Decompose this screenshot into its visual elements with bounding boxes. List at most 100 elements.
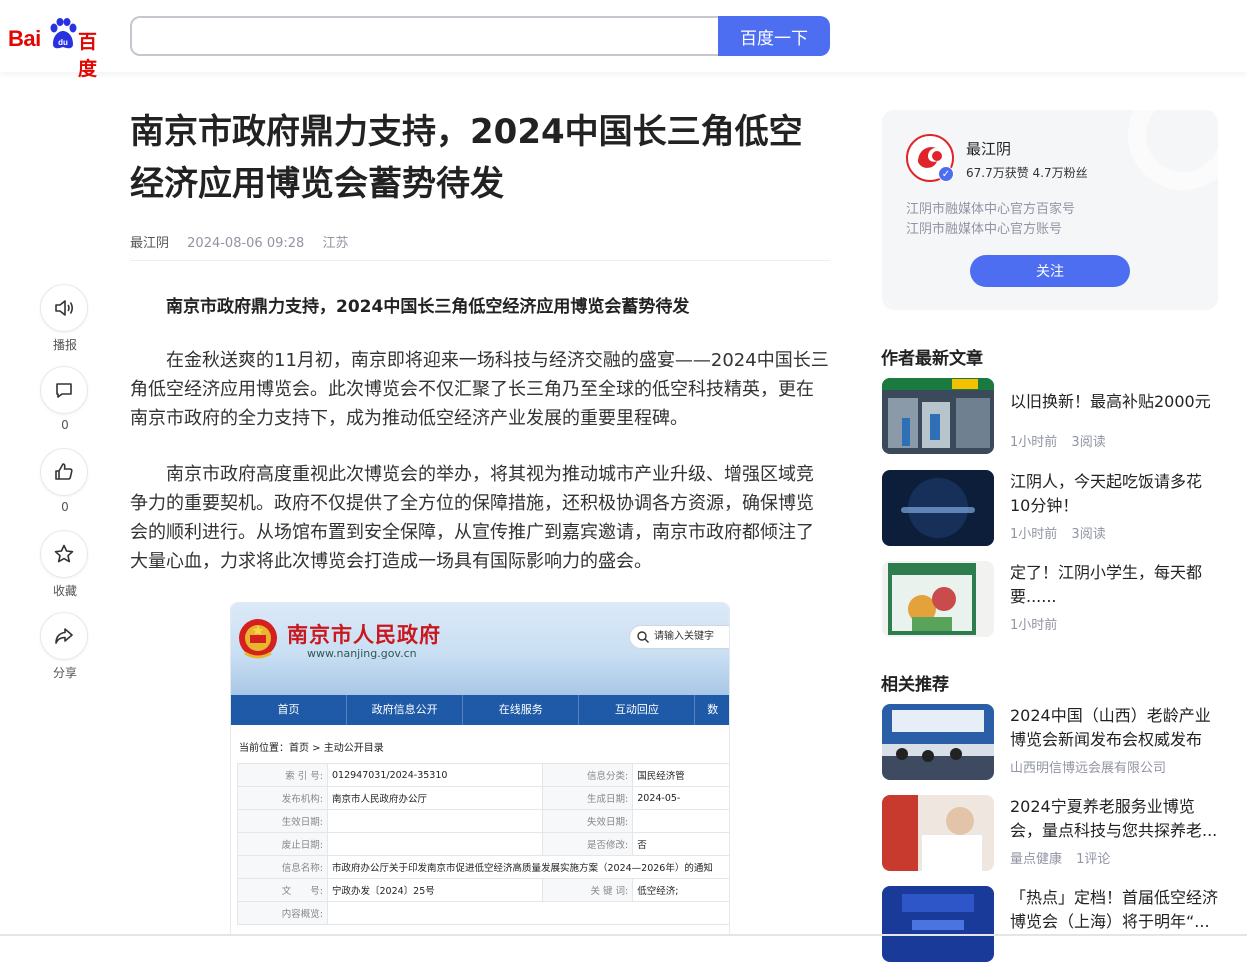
paw-icon: du bbox=[50, 18, 77, 49]
thumbnail-image bbox=[882, 886, 994, 962]
table-key: 是否修改: bbox=[542, 832, 634, 856]
comment-action[interactable]: 0 bbox=[40, 366, 90, 432]
table-key: 废止日期: bbox=[237, 832, 328, 856]
favorite-label: 收藏 bbox=[52, 584, 77, 598]
thumbnail bbox=[882, 470, 994, 546]
gov-nav: 首页 政府信息公开 在线服务 互动回应 数 bbox=[231, 695, 729, 725]
list-item-time: 1小时前 bbox=[1010, 435, 1058, 450]
baidu-logo[interactable]: Bai du 百度 bbox=[8, 18, 112, 80]
listen-button[interactable] bbox=[40, 284, 88, 332]
table-row: 发布机构: 南京市人民政府办公厅 生成日期: 2024-05- bbox=[237, 786, 729, 810]
gov-nav-item: 数 bbox=[695, 695, 729, 725]
article-title: 南京市政府鼎力支持，2024中国长三角低空经济应用博览会蓄势待发 bbox=[130, 112, 803, 204]
share-button[interactable] bbox=[40, 612, 88, 660]
gov-site-url: www.nanjing.gov.cn bbox=[307, 647, 417, 660]
gov-breadcrumb: 当前位置：首页 > 主动公开目录 bbox=[239, 743, 384, 754]
listen-action[interactable]: 播报 bbox=[40, 284, 90, 353]
favorite-action[interactable]: 收藏 bbox=[40, 530, 90, 599]
list-item[interactable]: 2024中国（山西）老龄产业博览会新闻发布会权威发布 山西明信博远会展有限公司 bbox=[882, 704, 1218, 780]
table-value: 2024-05- bbox=[632, 786, 729, 810]
table-row: 文 号: 宁政办发〔2024〕25号 关 键 词: 低空经济; bbox=[237, 878, 729, 902]
like-count: 0 bbox=[61, 500, 69, 514]
national-emblem-icon bbox=[239, 619, 277, 659]
table-value: 宁政办发〔2024〕25号 bbox=[326, 878, 544, 902]
list-item[interactable]: 定了！江阴小学生，每天都要...... 1小时前 bbox=[882, 561, 1218, 637]
thumbnail bbox=[882, 378, 994, 454]
list-item-meta: 1小时前 3阅读 bbox=[1010, 431, 1116, 450]
like-action[interactable]: 0 bbox=[40, 448, 90, 514]
table-value: 否 bbox=[632, 832, 729, 856]
table-key: 索 引 号: bbox=[237, 763, 328, 787]
table-value bbox=[327, 901, 729, 925]
gov-site-title: 南京市人民政府 bbox=[287, 623, 441, 647]
share-label: 分享 bbox=[52, 666, 77, 680]
table-value: 国民经济管 bbox=[632, 763, 729, 787]
list-item-meta: 1小时前 bbox=[1010, 614, 1067, 633]
table-key: 信息名称: bbox=[237, 855, 328, 879]
list-item-reads: 3阅读 bbox=[1071, 527, 1106, 542]
list-item-title[interactable]: 「热点」定档！首届低空经济博览会（上海）将于明年“... bbox=[1010, 886, 1218, 934]
list-item-title[interactable]: 江阴人，今天起吃饭请多花10分钟！ bbox=[1010, 470, 1218, 518]
thumbnail bbox=[882, 886, 994, 962]
table-key: 生成日期: bbox=[542, 786, 634, 810]
table-row: 信息名称: 市政府办公厅关于印发南京市促进低空经济高质量发展实施方案（2024—… bbox=[237, 855, 729, 879]
table-value bbox=[326, 832, 544, 856]
thumbnail bbox=[882, 795, 994, 871]
table-row: 废止日期: 是否修改: 否 bbox=[237, 832, 729, 856]
comment-icon bbox=[56, 383, 72, 398]
list-item[interactable]: 江阴人，今天起吃饭请多花10分钟！ 1小时前 3阅读 bbox=[882, 470, 1218, 546]
author-description: 江阴市融媒体中心官方百家号 江阴市融媒体中心官方账号 bbox=[906, 200, 1075, 240]
star-icon bbox=[54, 544, 74, 563]
gov-nav-item: 在线服务 bbox=[463, 695, 580, 725]
thumbnail bbox=[882, 704, 994, 780]
listen-label: 播报 bbox=[52, 338, 77, 352]
article-datetime: 2024-08-06 09:28 bbox=[187, 236, 305, 251]
author-card: ✓ 最江阴 67.7万获赞 4.7万粉丝 江阴市融媒体中心官方百家号 江阴市融媒… bbox=[882, 110, 1218, 310]
table-row: 生效日期: 失效日期: bbox=[237, 809, 729, 833]
list-item[interactable]: 2024宁夏养老服务业博览会，量点科技与您共探养老... 量点健康 1评论 bbox=[882, 795, 1218, 871]
share-action[interactable]: 分享 bbox=[40, 612, 90, 681]
like-button[interactable] bbox=[40, 448, 88, 496]
follow-button[interactable]: 关注 bbox=[970, 255, 1130, 287]
table-value: 市政府办公厅关于印发南京市促进低空经济高质量发展实施方案（2024—2026年）… bbox=[327, 855, 729, 879]
list-item-time: 1小时前 bbox=[1010, 527, 1058, 542]
list-item-source: 量点健康 bbox=[1010, 852, 1063, 867]
thumbs-up-icon bbox=[55, 463, 73, 480]
list-item-meta: 山西明信博远会展有限公司 bbox=[1010, 757, 1176, 776]
article-author[interactable]: 最江阴 bbox=[130, 236, 169, 251]
logo-cn: 百度 bbox=[78, 31, 98, 80]
author-stats: 67.7万获赞 4.7万粉丝 bbox=[966, 166, 1088, 180]
article-image[interactable]: 南京市人民政府 www.nanjing.gov.cn 请输入关键字 首页 政府信… bbox=[230, 602, 730, 936]
top-bar: Bai du 百度 百度一下 bbox=[0, 0, 1247, 80]
table-key: 文 号: bbox=[237, 878, 328, 902]
author-desc-line: 江阴市融媒体中心官方账号 bbox=[906, 222, 1063, 237]
list-item-title[interactable]: 定了！江阴小学生，每天都要...... bbox=[1010, 561, 1218, 609]
thumbnail-image bbox=[882, 704, 994, 780]
thumbnail-image bbox=[882, 378, 994, 454]
search-button[interactable]: 百度一下 bbox=[718, 16, 830, 56]
table-value bbox=[326, 809, 544, 833]
article-lead: 南京市政府鼎力支持，2024中国长三角低空经济应用博览会蓄势待发 bbox=[166, 297, 690, 317]
list-item[interactable]: 以旧换新！最高补贴2000元 1小时前 3阅读 bbox=[882, 378, 1218, 454]
search-bar: 百度一下 bbox=[130, 16, 830, 56]
list-item-title[interactable]: 以旧换新！最高补贴2000元 bbox=[1010, 390, 1218, 414]
list-item-time: 1小时前 bbox=[1010, 618, 1058, 633]
list-item-title[interactable]: 2024宁夏养老服务业博览会，量点科技与您共探养老... bbox=[1010, 795, 1218, 843]
author-name[interactable]: 最江阴 bbox=[966, 138, 1011, 159]
list-item-comments: 1评论 bbox=[1076, 852, 1111, 867]
gov-nav-item: 首页 bbox=[231, 695, 348, 725]
table-value bbox=[632, 809, 729, 833]
list-item-reads: 3阅读 bbox=[1071, 435, 1106, 450]
search-input[interactable] bbox=[130, 16, 720, 56]
gov-nav-item: 政府信息公开 bbox=[347, 695, 464, 725]
table-row: 内容概览: bbox=[237, 901, 729, 925]
article-location: 江苏 bbox=[322, 236, 349, 251]
table-key: 信息分类: bbox=[542, 763, 634, 787]
table-key: 发布机构: bbox=[237, 786, 328, 810]
gov-info-table: 索 引 号: 012947031/2024-35310 信息分类: 国民经济管 … bbox=[237, 763, 729, 925]
favorite-button[interactable] bbox=[40, 530, 88, 578]
gov-site-banner: 南京市人民政府 www.nanjing.gov.cn 请输入关键字 bbox=[231, 603, 729, 695]
list-item[interactable]: 「热点」定档！首届低空经济博览会（上海）将于明年“... bbox=[882, 886, 1218, 962]
list-item-title[interactable]: 2024中国（山西）老龄产业博览会新闻发布会权威发布 bbox=[1010, 704, 1218, 752]
comment-button[interactable] bbox=[40, 366, 88, 414]
